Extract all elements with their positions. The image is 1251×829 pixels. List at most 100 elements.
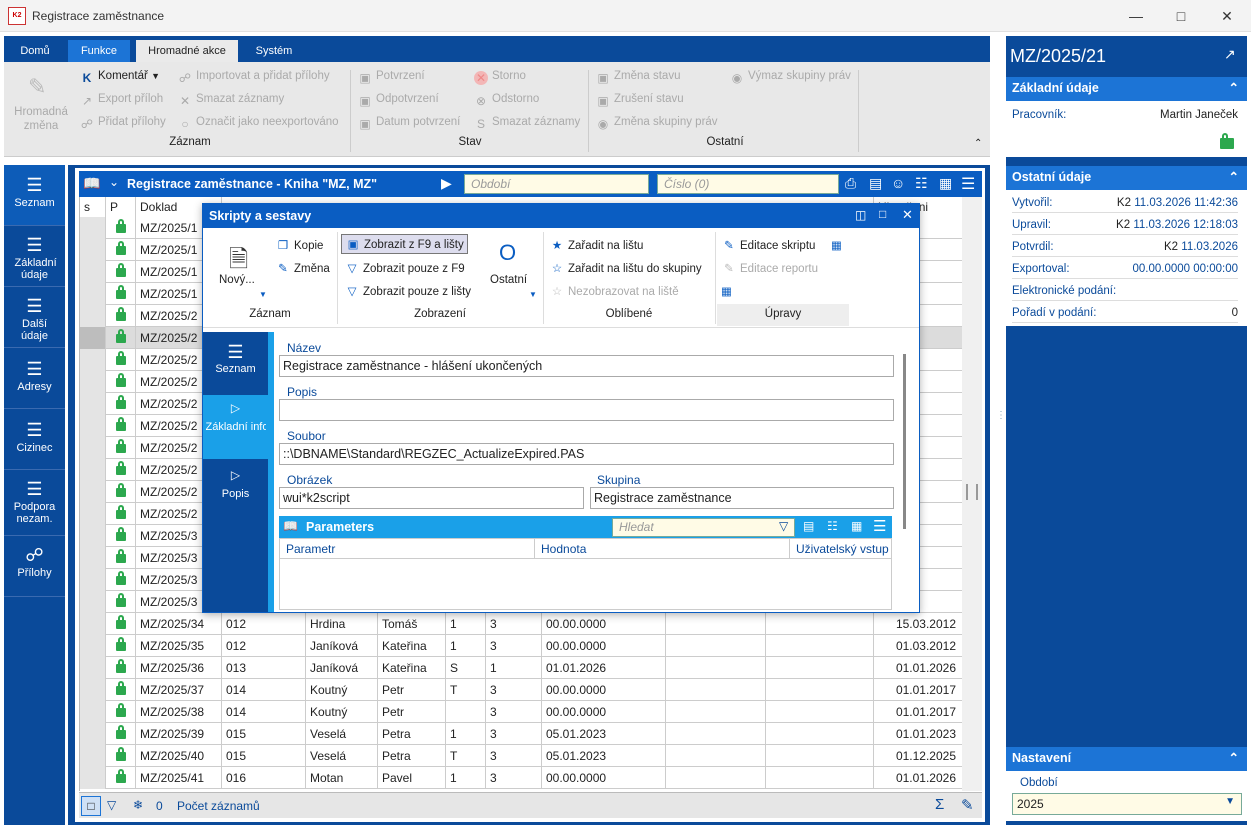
chart-icon[interactable]: ▤ [803, 519, 814, 533]
mass-change-button[interactable]: Hromadná změna [10, 105, 72, 133]
columns-icon[interactable]: ☷ [827, 519, 838, 533]
other-button[interactable]: Ostatní [490, 274, 527, 286]
menu-icon[interactable]: ☰ [873, 517, 886, 535]
delete-records2-button[interactable]: S Smazat záznamy [474, 116, 580, 131]
confirm-date-button[interactable]: ▣ Datum potvrzení [358, 116, 460, 131]
group-field[interactable]: Registrace zaměstnance [590, 487, 894, 509]
script-file-icon[interactable]: ▦ [721, 284, 732, 298]
splitter-handle[interactable]: ⋮ [996, 410, 1006, 421]
excel-icon[interactable]: ▦ [939, 175, 952, 192]
snowflake-icon[interactable]: ❄ [133, 798, 143, 812]
extract-rights-group-button[interactable]: ◉ Výmaz skupiny práv [730, 70, 851, 85]
show-f9-bar-button[interactable]: ▣ Zobrazit z F9 a lišty [341, 234, 468, 254]
maximize-icon[interactable]: □ [1166, 6, 1196, 26]
nav-item-attachments[interactable]: ☍ Přílohy [4, 537, 65, 597]
description-field[interactable] [279, 399, 894, 421]
sum-icon[interactable]: Σ [935, 796, 944, 813]
param-header-value[interactable]: Hodnota [535, 539, 790, 559]
chevron-down-icon[interactable]: ▼ [1225, 796, 1235, 807]
add-attachments-button[interactable]: ☍ Přidat přílohy [80, 116, 166, 131]
other-section-header[interactable]: Ostatní údaje ⌃ [1006, 166, 1247, 190]
unconfirm-button[interactable]: ▣ Odpotvrzení [358, 93, 438, 108]
image-field[interactable]: wui*k2script [279, 487, 584, 509]
nav-item-foreigner[interactable]: ☰ Cizinec [4, 410, 65, 470]
table-row[interactable]: MZ/2025/37 014 Koutný Petr T 3 00.00.0000 01.01… [80, 679, 962, 701]
tab-mass-actions[interactable]: Hromadné akce [136, 40, 238, 62]
export-attachments-button[interactable]: ↗ Export příloh [80, 93, 163, 108]
table-row[interactable]: MZ/2025/38 014 Koutný Petr 3 00.00.0000 01.01.… [80, 701, 962, 723]
minimize-icon[interactable]: — [1121, 6, 1151, 26]
table-row[interactable]: MZ/2025/35 012 Janíková Kateřina 1 3 00.00.000… [80, 635, 962, 657]
close-icon[interactable]: ✕ [1212, 6, 1242, 26]
dialog-nav-basic[interactable]: ▷ Základní informa... [203, 395, 268, 459]
chevron-up-icon[interactable]: ⌃ [1229, 169, 1239, 184]
play-icon[interactable]: ▶ [441, 175, 452, 192]
show-f9-button[interactable]: ▽ Zobrazit pouze z F9 [344, 261, 465, 275]
basic-section-header[interactable]: Základní údaje ⌃ [1006, 77, 1247, 101]
table-row[interactable]: MZ/2025/40 015 Veselá Petra T 3 05.01.2023 01.1… [80, 745, 962, 767]
name-field[interactable]: Registrace zaměstnance - hlášení ukončen… [279, 355, 894, 377]
change-rights-group-button[interactable]: ◉ Změna skupiny práv [596, 116, 718, 131]
document-icon[interactable]: ▦ [831, 238, 842, 252]
filter-icon[interactable]: ▽ [779, 519, 788, 533]
add-bar-button[interactable]: ★ Zařadit na lištu [549, 238, 644, 252]
table-row[interactable]: MZ/2025/34 012 Hrdina Tomáš 1 3 00.00.0000 15.0… [80, 613, 962, 635]
column-header[interactable]: P [106, 197, 136, 217]
param-header-user-input[interactable]: Uživatelský vstup [790, 539, 891, 559]
close-icon[interactable]: ✕ [902, 207, 913, 223]
dialog-scrollbar[interactable] [903, 354, 906, 529]
nav-item-basic[interactable]: ☰ Základní údaje [4, 227, 65, 287]
cancel-state-button[interactable]: ▣ Zrušení stavu [596, 93, 683, 108]
maximize-icon[interactable]: □ [879, 207, 886, 221]
edit-script-button[interactable]: ✎ Editace skriptu [721, 238, 815, 252]
tab-system[interactable]: Systém [244, 40, 304, 62]
nav-item-list[interactable]: ☰ Seznam [4, 165, 65, 226]
tab-home[interactable]: Domů [8, 40, 62, 62]
columns-icon[interactable]: ☷ [915, 175, 928, 192]
nav-item-addresses[interactable]: ☰ Adresy [4, 349, 65, 409]
change-state-button[interactable]: ▣ Změna stavu [596, 70, 680, 85]
chevron-down-icon[interactable]: ▼ [259, 290, 267, 299]
period-input[interactable]: Období [464, 174, 649, 194]
show-bar-button[interactable]: ▽ Zobrazit pouze z lišty [344, 284, 471, 298]
dialog-nav-list[interactable]: ☰ Seznam [203, 332, 268, 394]
menu-icon[interactable]: ☰ [961, 174, 975, 194]
restore-icon[interactable]: ◫ [855, 208, 866, 222]
nav-item-support[interactable]: ☰ Podpora nezam. [4, 471, 65, 536]
table-row[interactable]: MZ/2025/41 016 Motan Pavel 1 3 00.00.0000 01.01… [80, 767, 962, 789]
chevron-down-icon[interactable]: ▼ [529, 290, 537, 299]
column-header[interactable]: s [80, 197, 106, 217]
hide-bar-button[interactable]: ☆ Nezobrazovat na liště [549, 284, 679, 298]
copy-button[interactable]: ❐ Kopie [275, 238, 324, 252]
mark-not-exported-button[interactable]: ○ Označit jako neexportováno [178, 116, 338, 131]
comment-button[interactable]: K Komentář ▼ [80, 70, 160, 85]
scrollbar-thumb[interactable] [966, 484, 978, 500]
print-icon[interactable]: ⎙ [845, 175, 856, 192]
param-search-input[interactable]: Hledat [612, 518, 795, 537]
new-button[interactable]: Nový... [219, 274, 255, 286]
dialog-nav-desc[interactable]: ▷ Popis [203, 460, 268, 514]
excel-icon[interactable]: ▦ [851, 519, 862, 533]
collapse-ribbon-icon[interactable]: ⌃ [974, 138, 982, 149]
odstorno-button[interactable]: ⊗ Odstorno [474, 93, 539, 108]
number-input[interactable]: Číslo (0) [657, 174, 839, 194]
book-icon[interactable]: 📖 [283, 519, 298, 533]
table-row[interactable]: MZ/2025/36 013 Janíková Kateřina S 1 01.01.202… [80, 657, 962, 679]
confirm-button[interactable]: ▣ Potvrzení [358, 70, 424, 85]
chart-icon[interactable]: ▤ [869, 175, 882, 192]
delete-records-button[interactable]: ✕ Smazat záznamy [178, 93, 284, 108]
book-icon[interactable]: □ [81, 796, 101, 816]
chevron-up-icon[interactable]: ⌃ [1229, 750, 1239, 765]
chevron-up-icon[interactable]: ⌃ [1229, 80, 1239, 95]
change-button[interactable]: ✎ Změna [275, 261, 330, 275]
filter-icon[interactable]: ▽ [107, 798, 116, 812]
edit-report-button[interactable]: ✎ Editace reportu [721, 261, 818, 275]
chevron-down-icon[interactable]: ⌄ [109, 175, 119, 189]
period-select[interactable]: 2025 ▼ [1012, 793, 1242, 815]
book-icon[interactable]: 📖 [83, 175, 100, 192]
storno-button[interactable]: ✕ Storno [474, 70, 526, 85]
open-external-icon[interactable]: ↗ [1224, 46, 1236, 63]
settings-section-header[interactable]: Nastavení ⌃ [1006, 747, 1247, 771]
param-header-name[interactable]: Parametr [280, 539, 535, 559]
users-icon[interactable]: ☺ [891, 175, 905, 191]
